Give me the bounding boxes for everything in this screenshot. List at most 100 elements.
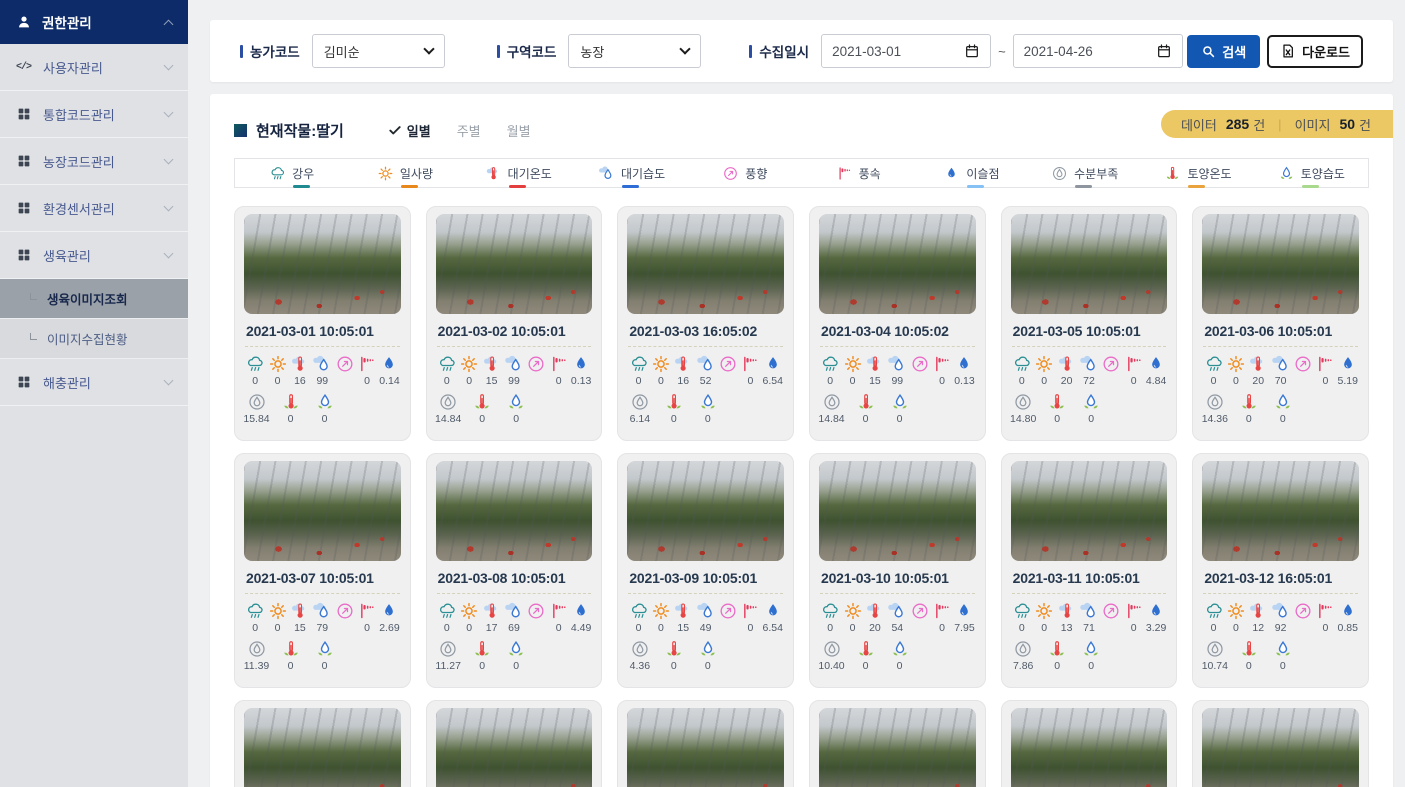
chevron-down-icon [164, 249, 174, 259]
date-to-value: 2021-04-26 [1024, 44, 1093, 59]
airhumid-icon [1271, 354, 1291, 374]
image-card[interactable]: 2021-03-11 10:05:0100137103.297.8600 [1001, 453, 1178, 688]
image-card[interactable]: 2021-03-05 10:05:0100207204.8414.8000 [1001, 206, 1178, 441]
image-card[interactable]: 2021-03-12 16:05:0100129200.8510.7400 [1192, 453, 1369, 688]
greenhouse-photo[interactable] [436, 214, 593, 314]
greenhouse-photo[interactable] [436, 708, 593, 787]
greenhouse-photo[interactable] [244, 708, 401, 787]
date-from-input[interactable]: 2021-03-01 [821, 34, 991, 68]
image-card[interactable]: 2021-03-01 10:05:0100169900.1415.8400 [234, 206, 411, 441]
sun-icon [1034, 601, 1054, 621]
date-to-input[interactable]: 2021-04-26 [1013, 34, 1183, 68]
metric-value: 20 [1252, 375, 1264, 388]
greenhouse-photo[interactable] [1202, 708, 1359, 787]
zone-code-select[interactable]: 농장 [568, 34, 701, 68]
greenhouse-photo[interactable] [1011, 214, 1168, 314]
card-datetime: 2021-03-02 10:05:01 [438, 323, 591, 339]
metric-row: 14.3600 [1202, 392, 1359, 426]
greenhouse-photo[interactable] [1011, 461, 1168, 561]
sidebar-item-image-collection-status[interactable]: 이미지수집현황 [0, 319, 188, 359]
greenhouse-photo[interactable] [436, 461, 593, 561]
sidebar-item-unified-code-mgmt[interactable]: 통합코드관리 [0, 91, 188, 138]
image-card[interactable]: 2021-03-16 10:05:02 [809, 700, 986, 787]
calendar-icon[interactable] [1156, 43, 1172, 59]
greenhouse-photo[interactable] [1011, 708, 1168, 787]
metric-rain: 0 [1011, 601, 1033, 635]
metric-value: 20 [869, 622, 881, 635]
image-card[interactable]: 2021-03-17 17:35:01 [1001, 700, 1178, 787]
metric-rain: 0 [436, 601, 458, 635]
rain-icon [820, 354, 840, 374]
card-divider [1203, 346, 1358, 347]
metric-soiltemp: 0 [853, 392, 878, 426]
metric-value: 12 [1252, 622, 1264, 635]
sidebar-item-growth-mgmt[interactable]: 생육관리 [0, 232, 188, 279]
image-card[interactable]: 2021-03-09 10:05:0100154906.544.3600 [617, 453, 794, 688]
tab-weekly[interactable]: 주별 [457, 121, 481, 140]
metric-airtemp: 12 [1247, 601, 1269, 635]
card-datetime: 2021-03-05 10:05:01 [1013, 323, 1166, 339]
rain-icon [437, 601, 457, 621]
sidebar-subitem-label: 이미지수집현황 [47, 329, 128, 348]
farm-code-select[interactable]: 김미순 [312, 34, 445, 68]
image-card[interactable]: 2021-03-03 16:05:0200165206.546.1400 [617, 206, 794, 441]
image-card[interactable]: 2021-03-04 10:05:0200159900.1314.8400 [809, 206, 986, 441]
sidebar-item-farm-code-mgmt[interactable]: 농장코드관리 [0, 138, 188, 185]
airhumid-icon [1079, 601, 1099, 621]
greenhouse-photo[interactable] [819, 708, 976, 787]
image-card[interactable]: 2021-03-06 10:05:0100207005.1914.3600 [1192, 206, 1369, 441]
rain-icon [629, 354, 649, 374]
image-card[interactable]: 2021-03-13 10:05:01 [234, 700, 411, 787]
metric-value: 16 [294, 375, 306, 388]
deficit-icon [1205, 639, 1225, 659]
image-card[interactable]: 2021-03-02 10:05:0100159900.1314.8400 [426, 206, 603, 441]
greenhouse-photo[interactable] [244, 214, 401, 314]
card-datetime: 2021-03-12 16:05:01 [1204, 570, 1357, 586]
airtemp-icon [482, 354, 502, 374]
sidebar-item-pest-mgmt[interactable]: 해충관리 [0, 359, 188, 406]
image-card[interactable]: 2021-03-08 10:05:0100176904.4911.2700 [426, 453, 603, 688]
image-card[interactable]: 2021-03-15 10:05:01 [617, 700, 794, 787]
metric-soilmoist: 0 [887, 392, 912, 426]
metric-row: 11.3900 [244, 639, 401, 673]
greenhouse-photo[interactable] [819, 214, 976, 314]
rain-icon [245, 354, 265, 374]
rain-icon [1204, 354, 1224, 374]
chevron-down-icon [164, 108, 174, 118]
sidebar-item-env-sensor-mgmt[interactable]: 환경센서관리 [0, 185, 188, 232]
tab-daily[interactable]: 일별 [388, 121, 431, 140]
image-card[interactable]: 2021-03-07 10:05:0100157902.6911.3900 [234, 453, 411, 688]
legend-label: 토양습도 [1301, 165, 1345, 182]
image-card[interactable]: 2021-03-10 10:05:0100205407.9510.4000 [809, 453, 986, 688]
metric-value: 0 [444, 622, 450, 635]
sidebar-item-user-mgmt[interactable]: </> 사용자관리 [0, 44, 188, 91]
image-card[interactable]: 2021-03-14 10:05:01 [426, 700, 603, 787]
image-card[interactable]: 2021-03-18 16:05:02 [1192, 700, 1369, 787]
airtemp-icon [1248, 354, 1268, 374]
greenhouse-photo[interactable] [1202, 461, 1359, 561]
soiltemp-icon [856, 392, 876, 412]
greenhouse-photo[interactable] [627, 214, 784, 314]
sidebar-item-growth-image-view[interactable]: 생육이미지조회 [0, 279, 188, 319]
deficit-icon [822, 639, 842, 659]
soilmoist-icon [1278, 165, 1295, 182]
greenhouse-photo[interactable] [244, 461, 401, 561]
tab-monthly[interactable]: 월별 [507, 121, 531, 140]
greenhouse-photo[interactable] [627, 708, 784, 787]
greenhouse-photo[interactable] [627, 461, 784, 561]
sidebar-item-permission-mgmt[interactable]: 권한관리 [0, 0, 188, 44]
metric-airhumid: 71 [1078, 601, 1100, 635]
greenhouse-photo[interactable] [1202, 214, 1359, 314]
card-divider [245, 346, 400, 347]
download-button[interactable]: 다운로드 [1267, 35, 1363, 68]
airtemp-icon [485, 165, 502, 182]
metric-value: 0 [466, 375, 472, 388]
metric-winddir [1100, 354, 1122, 388]
soilmoist-icon [890, 392, 910, 412]
search-button[interactable]: 검색 [1187, 35, 1260, 68]
greenhouse-photo[interactable] [819, 461, 976, 561]
metric-soilmoist: 0 [1079, 639, 1104, 673]
calendar-icon[interactable] [964, 43, 980, 59]
metric-winddir [909, 601, 931, 635]
chevron-down-icon [423, 43, 434, 54]
